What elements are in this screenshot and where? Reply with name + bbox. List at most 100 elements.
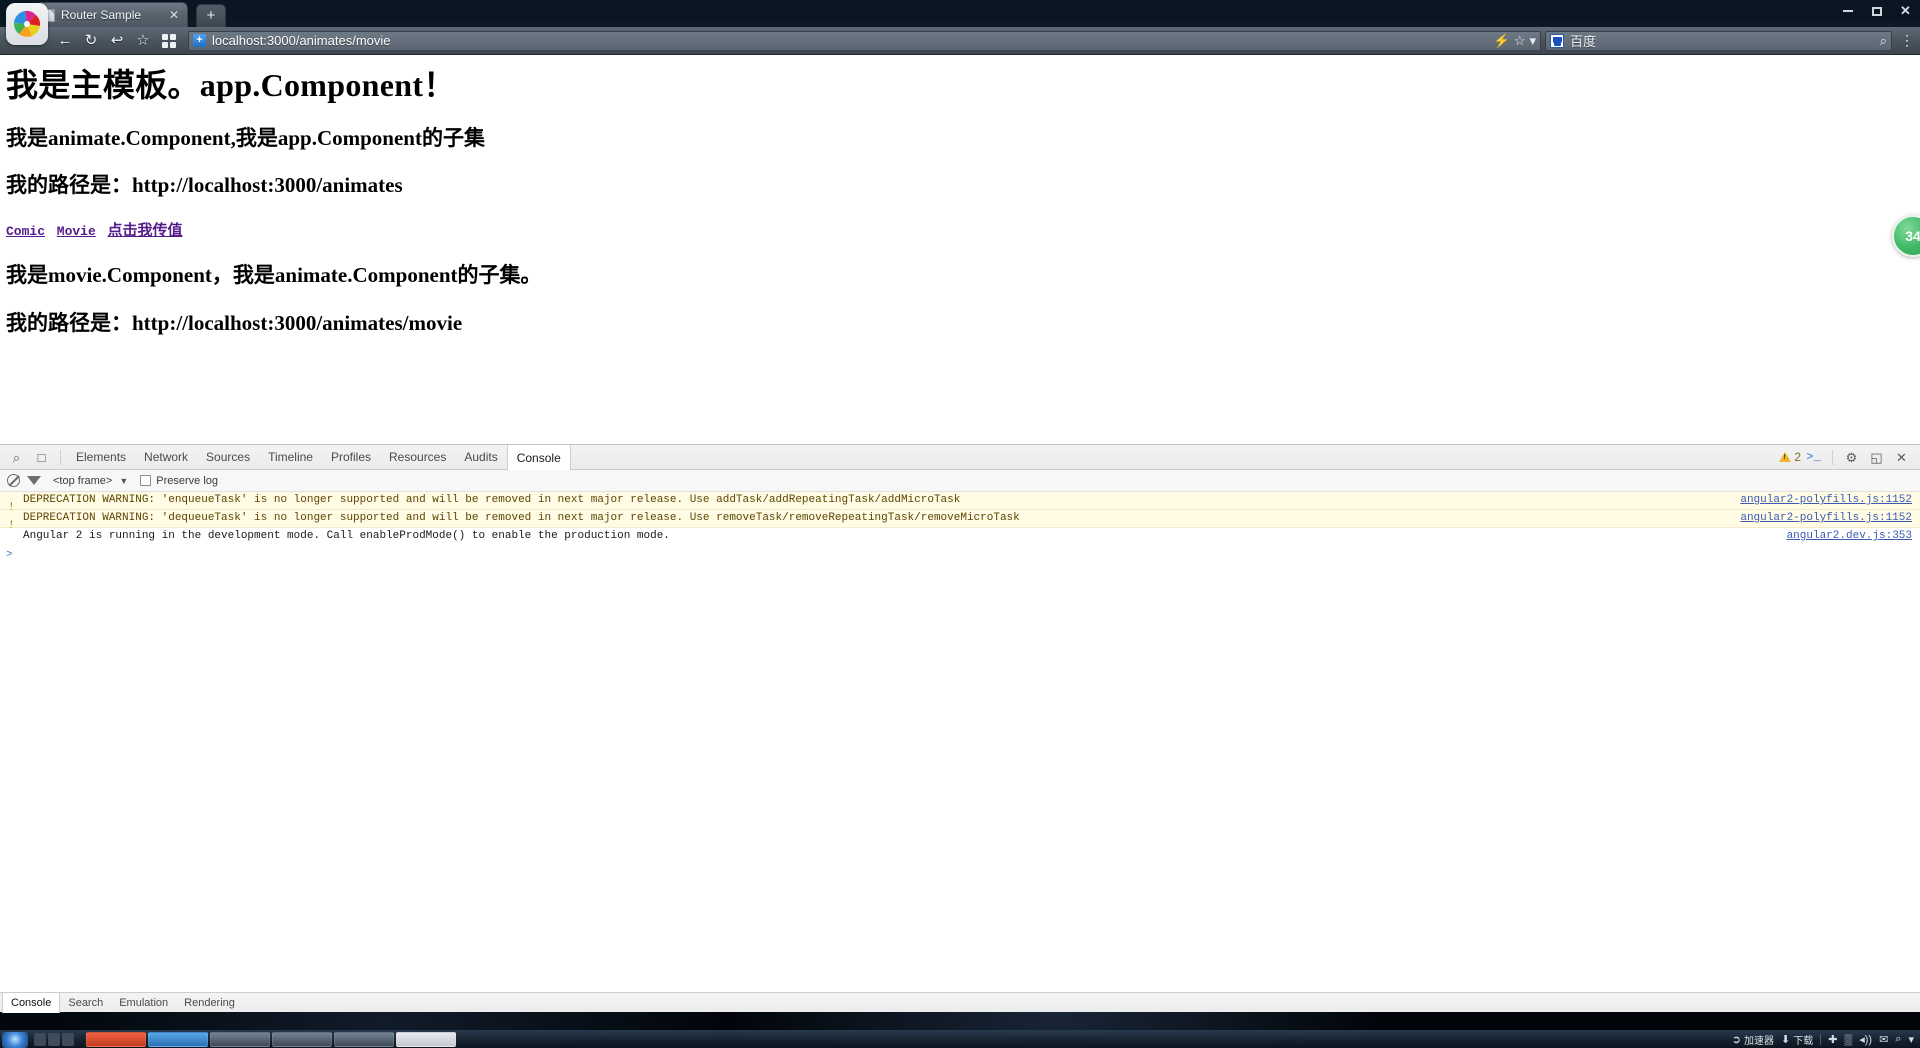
tab-network[interactable]: Network: [135, 445, 197, 470]
page-viewport: 我是主模板。app.Component！ 我是animate.Component…: [0, 55, 1920, 444]
device-toolbar-icon[interactable]: □: [29, 446, 54, 469]
console-message-row[interactable]: Angular 2 is running in the development …: [0, 528, 1920, 546]
devtools-panel: ⌕ □ Elements Network Sources Timeline Pr…: [0, 444, 1920, 1013]
drawer-tab-emulation[interactable]: Emulation: [111, 993, 176, 1013]
preserve-log-label: Preserve log: [156, 474, 219, 487]
drawer-tab-search[interactable]: Search: [60, 993, 111, 1013]
close-button[interactable]: ✕: [1891, 1, 1920, 21]
browser-window: Router Sample ✕ + ✕ ← ↻ ↩ ☆ + localhost:…: [0, 0, 1920, 1030]
search-icon[interactable]: ⌕: [1880, 33, 1887, 49]
taskbar-windows: [86, 1032, 1732, 1047]
console-message-text: DEPRECATION WARNING: 'enqueueTask' is no…: [23, 494, 961, 506]
browser-menu-icon[interactable]: ⋮: [1894, 32, 1920, 49]
firstaid-icon[interactable]: ✚: [1828, 1033, 1837, 1046]
home-button[interactable]: ↩: [104, 28, 130, 54]
volume-icon[interactable]: ◂)): [1859, 1033, 1872, 1046]
console-message-row[interactable]: DEPRECATION WARNING: 'dequeueTask' is no…: [0, 510, 1920, 535]
trash-icon[interactable]: ▒: [1844, 1034, 1852, 1046]
quick-launch-icon[interactable]: [34, 1033, 46, 1046]
start-button[interactable]: [2, 1031, 28, 1048]
tab-audits[interactable]: Audits: [455, 445, 506, 470]
console-message-text: Angular 2 is running in the development …: [23, 530, 670, 542]
frame-selector[interactable]: <top frame>: [53, 475, 112, 487]
search-bar[interactable]: 百度 ⌕: [1545, 30, 1892, 51]
console-message-source[interactable]: angular2.dev.js:353: [1787, 529, 1912, 544]
console-input-prompt[interactable]: >: [0, 546, 1920, 564]
inspect-element-icon[interactable]: ⌕: [4, 446, 29, 469]
tray-download[interactable]: ⬇ 下载: [1781, 1032, 1813, 1047]
windows-taskbar: ➲ 加速器 ⬇ 下载 ✚ ▒ ◂)) ✉ ⌕ ▾: [0, 1030, 1920, 1048]
maximize-button[interactable]: [1862, 1, 1891, 21]
lightning-icon[interactable]: ⚡: [1494, 33, 1510, 48]
address-bar[interactable]: + localhost:3000/animates/movie ⚡ ☆ ▾: [188, 30, 1541, 51]
address-bar-url: localhost:3000/animates/movie: [212, 33, 391, 48]
search-engine-label: 百度: [1570, 34, 1597, 49]
back-button[interactable]: ←: [52, 28, 78, 54]
mail-icon[interactable]: ✉: [1879, 1033, 1888, 1046]
link-pass-value[interactable]: 点击我传值: [108, 223, 183, 239]
clear-console-icon[interactable]: [7, 474, 20, 487]
new-tab-button[interactable]: +: [196, 4, 226, 27]
tray-accelerator-label: 加速器: [1743, 1036, 1774, 1047]
star-icon[interactable]: ☆: [1514, 33, 1526, 48]
drawer-tab-console[interactable]: Console: [2, 992, 61, 1013]
movie-path-text: 我的路径是：http://localhost:3000/animates/mov…: [6, 310, 463, 335]
filter-icon[interactable]: [27, 476, 41, 485]
console-message-text: DEPRECATION WARNING: 'dequeueTask' is no…: [23, 512, 1020, 524]
bookmark-star-icon[interactable]: ☆: [130, 28, 156, 54]
console-drawer-icon[interactable]: >_: [1801, 446, 1826, 469]
tab-sources[interactable]: Sources: [197, 445, 259, 470]
tab-profiles[interactable]: Profiles: [322, 445, 380, 470]
animate-component-text: 我是animate.Component,我是app.Component的子集: [6, 126, 485, 151]
devtools-toolbar-right: 2 >_ ⚙ ◱ ✕: [1779, 446, 1920, 469]
devtools-close-icon[interactable]: ✕: [1889, 446, 1914, 469]
screen: Router Sample ✕ + ✕ ← ↻ ↩ ☆ + localhost:…: [0, 0, 1920, 1048]
taskbar-window-button[interactable]: [272, 1032, 332, 1047]
warning-icon: [6, 513, 19, 535]
console-filterbar: <top frame> ▼ Preserve log: [0, 470, 1920, 492]
apps-grid-icon[interactable]: [156, 28, 182, 54]
reload-button[interactable]: ↻: [78, 28, 104, 54]
divider: [1832, 449, 1833, 465]
devtools-drawer-tabbar: Console Search Emulation Rendering: [0, 992, 1920, 1013]
tab-console[interactable]: Console: [506, 444, 571, 471]
console-message-source[interactable]: angular2-polyfills.js:1152: [1740, 511, 1912, 526]
browser-logo-icon: [6, 3, 48, 45]
taskbar-window-button[interactable]: [148, 1032, 208, 1047]
taskbar-window-button[interactable]: [210, 1032, 270, 1047]
tray-accelerator[interactable]: ➲ 加速器: [1732, 1032, 1774, 1047]
preserve-log-checkbox[interactable]: [140, 475, 152, 486]
browser-titlebar: Router Sample ✕ + ✕: [0, 0, 1920, 27]
gear-icon[interactable]: ⚙: [1839, 446, 1864, 469]
tab-timeline[interactable]: Timeline: [259, 445, 322, 470]
taskbar-window-button[interactable]: [334, 1032, 394, 1047]
quick-launch-icon[interactable]: [48, 1033, 60, 1046]
console-message-row[interactable]: DEPRECATION WARNING: 'enqueueTask' is no…: [0, 492, 1920, 517]
console-messages: DEPRECATION WARNING: 'enqueueTask' is no…: [0, 492, 1920, 992]
search-icon[interactable]: ⌕: [1895, 1033, 1901, 1046]
quick-launch-icon[interactable]: [62, 1033, 74, 1046]
console-message-source[interactable]: angular2-polyfills.js:1152: [1740, 493, 1912, 508]
tab-resources[interactable]: Resources: [380, 445, 455, 470]
tab-title: Router Sample: [61, 8, 142, 22]
animate-path-text: 我的路径是：http://localhost:3000/animates: [6, 173, 403, 198]
taskbar-window-button[interactable]: [86, 1032, 146, 1047]
chevron-down-icon[interactable]: ▾: [1529, 33, 1536, 48]
dock-position-icon[interactable]: ◱: [1864, 446, 1889, 469]
browser-tab[interactable]: Router Sample ✕: [36, 2, 188, 27]
tab-elements[interactable]: Elements: [67, 445, 135, 470]
baidu-icon: [1550, 33, 1564, 48]
tab-close-icon[interactable]: ✕: [167, 8, 181, 22]
divider: [1820, 1034, 1822, 1045]
minimize-button[interactable]: [1833, 1, 1862, 21]
drawer-tab-rendering[interactable]: Rendering: [176, 993, 243, 1013]
chevron-down-icon[interactable]: ▾: [1908, 1033, 1914, 1046]
warning-icon: [6, 495, 19, 517]
link-movie[interactable]: Movie: [57, 224, 96, 239]
nav-links: Comic Movie 点击我传值: [6, 219, 1920, 240]
chevron-down-icon[interactable]: ▼: [119, 476, 128, 486]
taskbar-window-button[interactable]: [396, 1032, 456, 1047]
warning-count-badge[interactable]: 2: [1779, 450, 1801, 464]
warning-icon: [1779, 452, 1792, 462]
link-comic[interactable]: Comic: [6, 224, 45, 239]
